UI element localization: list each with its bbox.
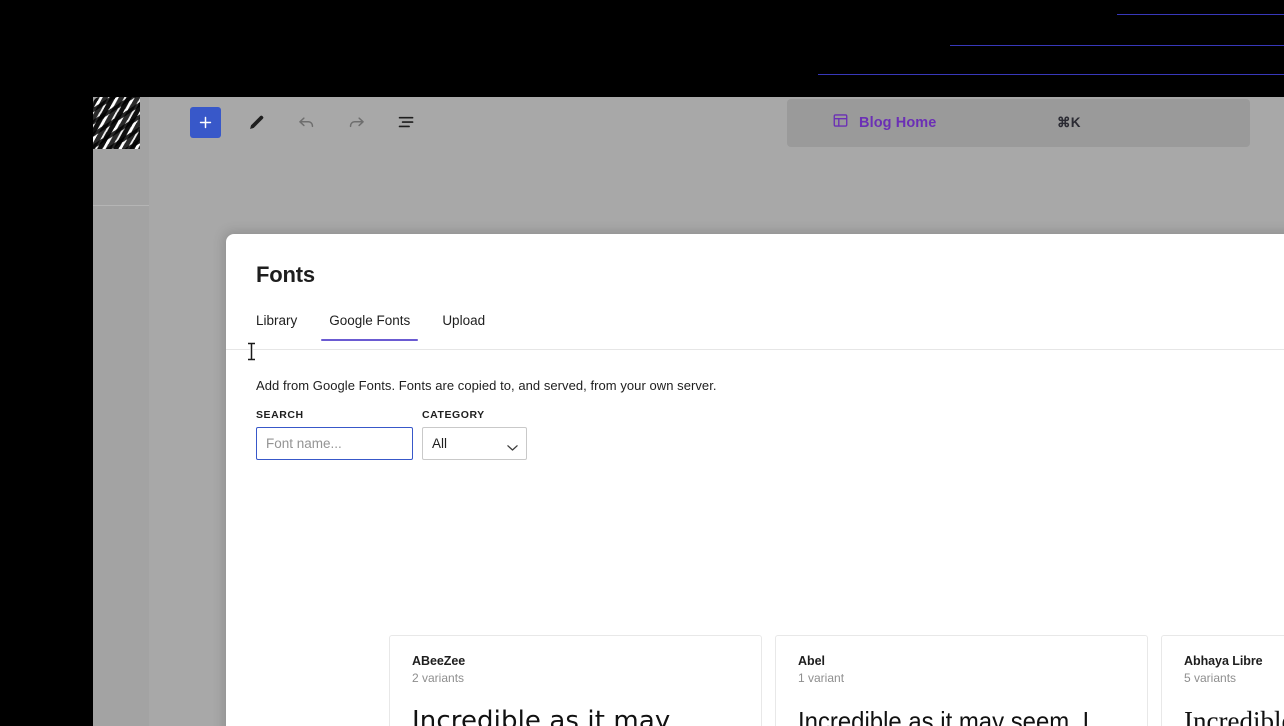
- category-select-wrap: All: [422, 427, 527, 460]
- font-card-variants: 2 variants: [412, 671, 465, 685]
- font-card-name: Abel: [798, 654, 825, 668]
- font-card-variants: 5 variants: [1184, 671, 1237, 685]
- add-block-button[interactable]: [190, 106, 221, 138]
- toolbar-left-group: [190, 97, 421, 147]
- search-input[interactable]: [256, 427, 413, 460]
- decorative-line-1: [1117, 14, 1284, 15]
- filter-bar: SEARCH CATEGORY All: [256, 409, 527, 460]
- tab-google-fonts[interactable]: Google Fonts: [313, 313, 426, 341]
- redo-icon[interactable]: [341, 107, 371, 137]
- command-bar[interactable]: Blog Home ⌘K: [787, 99, 1250, 147]
- font-card-specimen: Incredible as it may seem, I believe tha…: [1184, 706, 1284, 726]
- font-card[interactable]: Abel 1 variant Incredible as it may seem, …: [775, 635, 1148, 726]
- decorative-line-2: [950, 45, 1284, 46]
- template-title: Blog Home: [859, 115, 937, 131]
- font-card-specimen: Incredible as it may seem, I believe tha…: [798, 706, 1090, 726]
- list-view-icon[interactable]: [391, 107, 421, 137]
- font-card-variants: 1 variant: [798, 671, 845, 685]
- font-card-specimen: Incredible as it may seem, I believe tha…: [412, 706, 671, 726]
- tab-upload[interactable]: Upload: [426, 313, 501, 340]
- modal-tabs: Library Google Fonts Upload: [226, 313, 1284, 350]
- category-select[interactable]: All: [422, 427, 527, 460]
- screen: Blog Home ⌘K Fonts Library Google Fonts Up…: [0, 0, 1284, 726]
- rail-divider: [93, 205, 149, 206]
- command-shortcut: ⌘K: [1057, 115, 1081, 130]
- search-field-group: SEARCH: [256, 409, 413, 460]
- category-field-group: CATEGORY All: [422, 409, 527, 460]
- site-editor-window: Blog Home ⌘K Fonts Library Google Fonts Up…: [93, 97, 1284, 726]
- site-preview-thumbnail[interactable]: [93, 97, 140, 149]
- font-card[interactable]: Abhaya Libre 5 variants Incredible as it m…: [1161, 635, 1284, 726]
- thumbnail-pattern: [93, 97, 140, 149]
- fonts-modal: Fonts Library Google Fonts Upload Add from…: [226, 234, 1284, 726]
- font-card-name: Abhaya Libre: [1184, 654, 1263, 668]
- font-card-name: ABeeZee: [412, 654, 466, 668]
- editor-left-rail: [93, 97, 149, 726]
- command-bar-content: Blog Home ⌘K: [832, 112, 1080, 134]
- page-title: Fonts: [256, 262, 315, 287]
- undo-icon[interactable]: [291, 107, 321, 137]
- layout-icon: [832, 112, 849, 134]
- font-card[interactable]: ABeeZee 2 variants Incredible as it may se…: [389, 635, 762, 726]
- decorative-line-3: [818, 74, 1284, 75]
- category-label: CATEGORY: [422, 409, 485, 421]
- tab-library[interactable]: Library: [240, 313, 313, 340]
- modal-description: Add from Google Fonts. Fonts are copied …: [256, 378, 717, 393]
- search-label: SEARCH: [256, 409, 304, 421]
- font-grid: ABeeZee 2 variants Incredible as it may se…: [389, 635, 1284, 726]
- editor-toolbar: Blog Home ⌘K: [149, 97, 1284, 147]
- edit-pencil-icon[interactable]: [241, 107, 271, 137]
